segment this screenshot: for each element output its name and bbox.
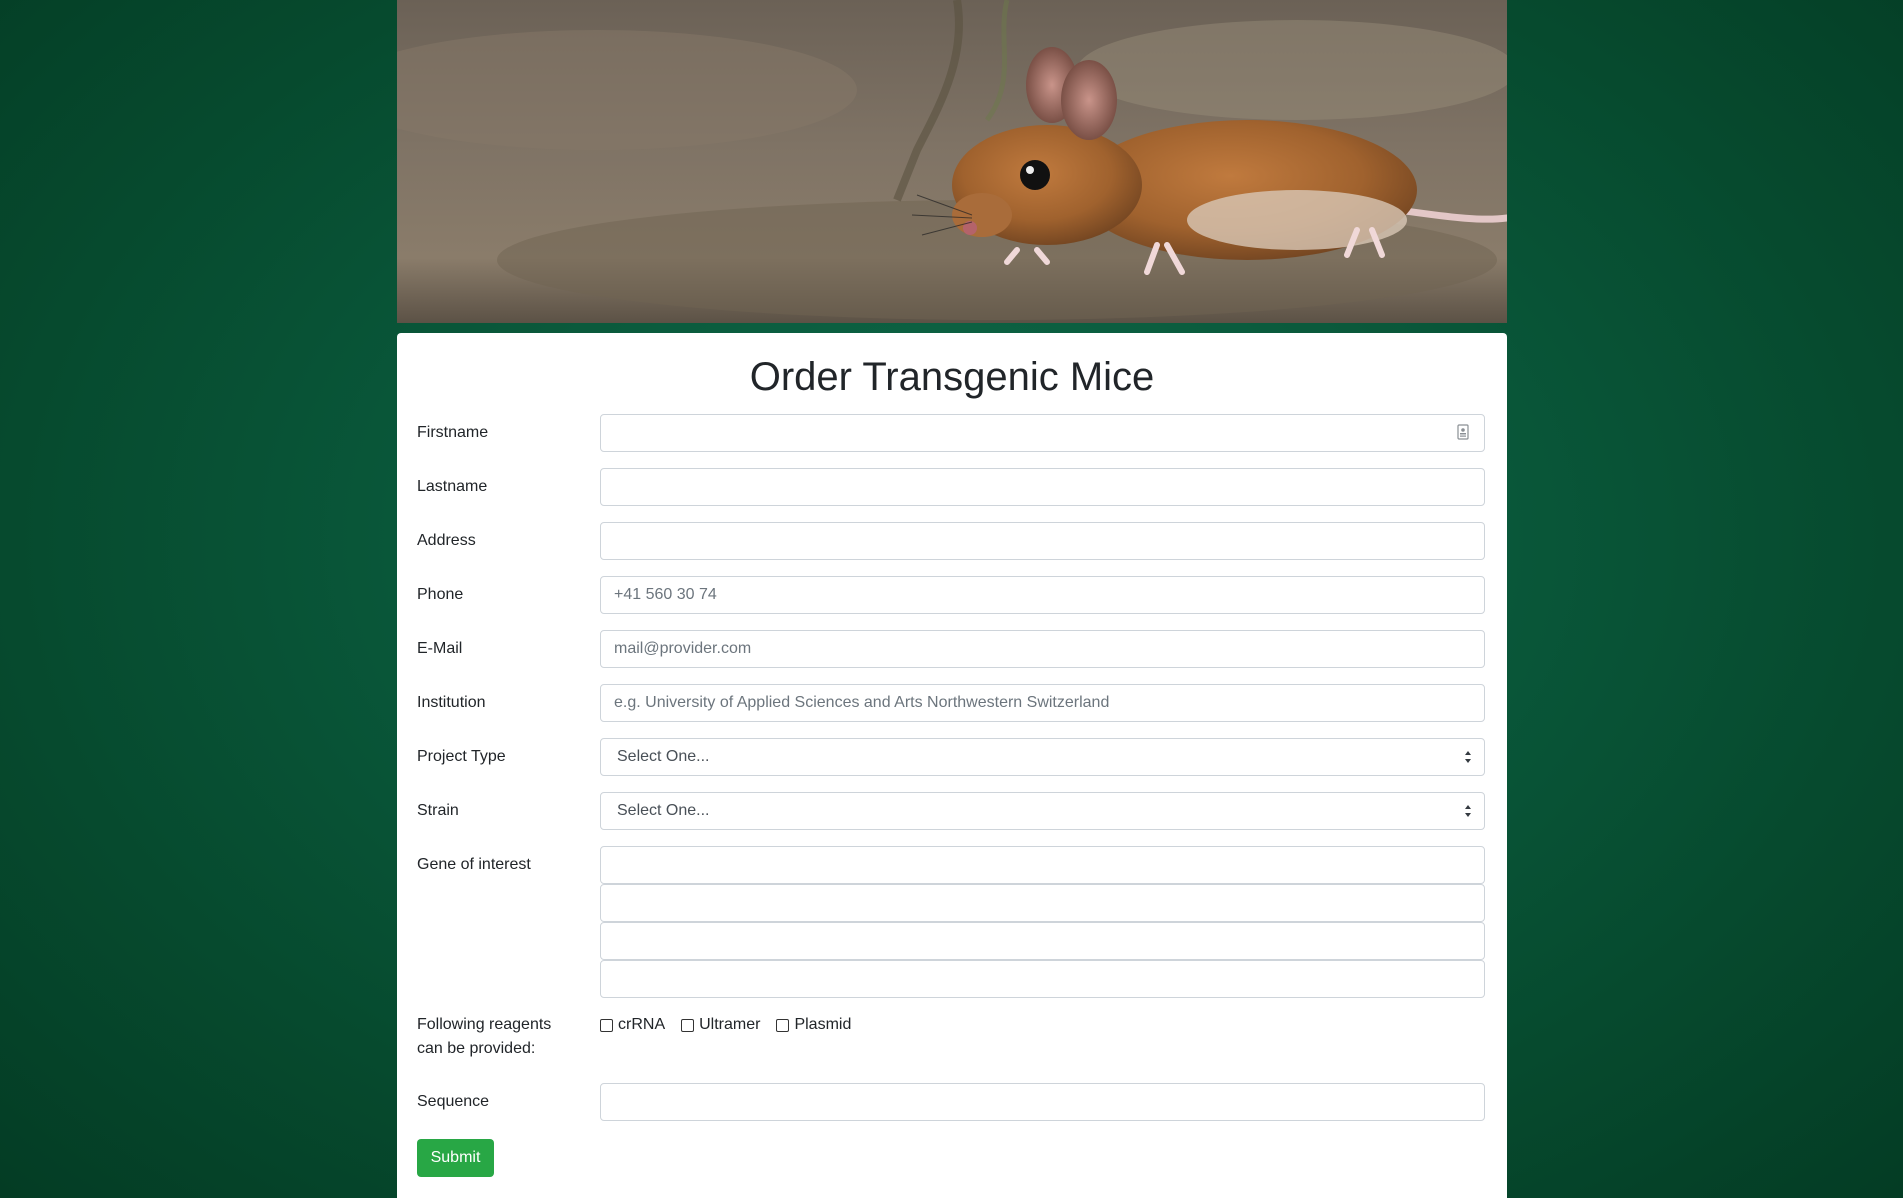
reagents-label-line1: Following reagents [417, 1016, 552, 1033]
sequence-label: Sequence [417, 1093, 490, 1110]
gene-input-2[interactable] [600, 884, 1485, 922]
up-down-arrows-icon [1465, 751, 1471, 763]
phone-label: Phone [417, 586, 464, 603]
page-title: Order Transgenic Mice [749, 355, 1155, 399]
strain-select[interactable]: Select One... [600, 792, 1485, 830]
ultramer-checkbox[interactable] [681, 1018, 695, 1032]
sequence-input[interactable] [600, 1083, 1485, 1121]
lastname-label: Lastname [417, 478, 488, 495]
phone-input[interactable] [600, 576, 1485, 614]
address-input[interactable] [600, 522, 1485, 560]
project-type-label: Project Type [417, 748, 506, 765]
gene-input-4[interactable] [600, 960, 1485, 998]
order-form-card: Order Transgenic Mice Firstname Lastname… [397, 333, 1507, 1198]
crrna-label: crRNA [618, 1016, 666, 1033]
project-type-selected-value: Select One... [617, 748, 710, 765]
firstname-input[interactable] [600, 414, 1485, 452]
reagents-label-line2: can be provided: [417, 1040, 536, 1057]
institution-label: Institution [417, 694, 486, 711]
lastname-input[interactable] [600, 468, 1485, 506]
page-container: Order Transgenic Mice Firstname Lastname… [397, 0, 1507, 1198]
project-type-select[interactable]: Select One... [600, 738, 1485, 776]
gene-input-1[interactable] [600, 846, 1485, 884]
hero-image [397, 0, 1507, 323]
address-label: Address [417, 532, 476, 549]
ultramer-label: Ultramer [699, 1016, 761, 1033]
submit-button[interactable]: Submit [417, 1139, 494, 1177]
reagent-crrna[interactable]: crRNA [600, 1013, 665, 1037]
crrna-checkbox[interactable] [600, 1018, 613, 1032]
email-input[interactable] [600, 630, 1485, 668]
firstname-label: Firstname [417, 424, 489, 441]
reagent-plasmid[interactable]: Plasmid [776, 1013, 851, 1037]
gene-of-interest-label: Gene of interest [417, 856, 531, 873]
email-label: E-Mail [417, 640, 463, 657]
strain-label: Strain [417, 802, 459, 819]
up-down-arrows-icon [1465, 805, 1471, 817]
plasmid-label: Plasmid [794, 1016, 852, 1033]
gene-input-3[interactable] [600, 922, 1485, 960]
reagents-checkbox-group: crRNA Ultramer Plasmid [600, 1013, 851, 1037]
mouse-photo [397, 0, 1507, 323]
strain-selected-value: Select One... [617, 802, 710, 819]
contact-card-icon[interactable] [1457, 424, 1469, 440]
institution-input[interactable] [600, 684, 1485, 722]
plasmid-checkbox[interactable] [776, 1018, 790, 1032]
reagents-label: Following reagents can be provided: [417, 1013, 577, 1061]
reagent-ultramer[interactable]: Ultramer [681, 1013, 760, 1037]
